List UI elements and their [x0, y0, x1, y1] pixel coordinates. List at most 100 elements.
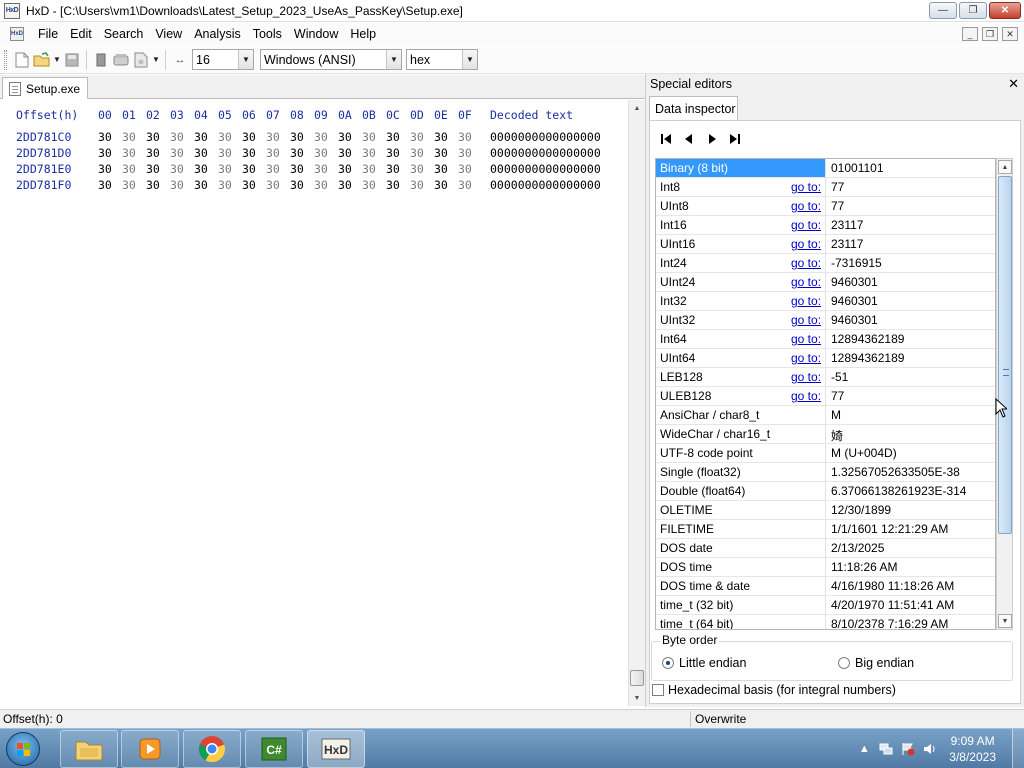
hex-byte[interactable]: 30: [338, 162, 358, 176]
hex-byte[interactable]: 30: [146, 178, 166, 192]
hex-byte[interactable]: 30: [170, 130, 190, 144]
hex-vertical-scrollbar[interactable]: ▲ ▼: [628, 100, 645, 706]
inspector-row[interactable]: ULEB128 go to: 77: [656, 387, 995, 406]
hex-byte[interactable]: 30: [290, 178, 310, 192]
inspector-value[interactable]: 6.37066138261923E-314: [831, 484, 966, 498]
hex-byte[interactable]: 30: [266, 162, 286, 176]
hex-byte[interactable]: 30: [122, 178, 142, 192]
offset-base-select[interactable]: hex ▼: [406, 49, 478, 70]
chevron-down-icon[interactable]: ▼: [462, 50, 477, 69]
inspector-value[interactable]: 2/13/2025: [831, 541, 884, 555]
inspector-row[interactable]: WideChar / char16_t 婍: [656, 425, 995, 444]
ram-editor-icon[interactable]: [91, 50, 111, 70]
open-folder-icon[interactable]: [32, 50, 52, 70]
new-file-icon[interactable]: [12, 50, 32, 70]
hex-byte[interactable]: 30: [362, 130, 382, 144]
hex-byte[interactable]: 30: [218, 130, 238, 144]
hex-byte[interactable]: 30: [170, 146, 190, 160]
inspector-row[interactable]: OLETIME 12/30/1899: [656, 501, 995, 520]
hex-byte[interactable]: 30: [290, 162, 310, 176]
goto-link[interactable]: go to:: [791, 199, 821, 213]
inspector-value[interactable]: 12894362189: [831, 351, 904, 365]
inspector-value[interactable]: -7316915: [831, 256, 882, 270]
inspector-value[interactable]: 77: [831, 199, 844, 213]
inspector-row[interactable]: UInt32 go to: 9460301: [656, 311, 995, 330]
bytes-per-row-select[interactable]: 16 ▼: [192, 49, 254, 70]
inspector-value[interactable]: 1.32567052633505E-38: [831, 465, 960, 479]
hex-byte[interactable]: 30: [434, 162, 454, 176]
inspector-value[interactable]: 8/10/2378 7:16:29 AM: [831, 617, 948, 629]
menu-window[interactable]: Window: [288, 27, 344, 41]
chevron-down-icon[interactable]: ▼: [386, 50, 401, 69]
goto-link[interactable]: go to:: [791, 313, 821, 327]
hex-byte[interactable]: 30: [314, 146, 334, 160]
hex-byte[interactable]: 30: [98, 146, 118, 160]
inspector-row[interactable]: Int16 go to: 23117: [656, 216, 995, 235]
first-icon[interactable]: [658, 131, 674, 147]
inspector-row[interactable]: Single (float32) 1.32567052633505E-38: [656, 463, 995, 482]
document-menu-icon[interactable]: HxD: [10, 27, 24, 41]
hex-byte[interactable]: 30: [338, 178, 358, 192]
start-button[interactable]: [6, 732, 40, 766]
inspector-row[interactable]: Int32 go to: 9460301: [656, 292, 995, 311]
hex-byte[interactable]: 30: [122, 162, 142, 176]
inspector-value[interactable]: 婍: [831, 427, 843, 444]
hex-byte[interactable]: 30: [98, 130, 118, 144]
hex-byte[interactable]: 30: [218, 146, 238, 160]
taskbar-media-player[interactable]: [121, 730, 179, 768]
inspector-value[interactable]: 01001101: [831, 161, 884, 175]
data-inspector-scrollbar[interactable]: ▲ ▼: [996, 158, 1013, 630]
hex-byte[interactable]: 30: [362, 178, 382, 192]
inspector-row[interactable]: Double (float64) 6.37066138261923E-314: [656, 482, 995, 501]
restore-button[interactable]: ❐: [959, 2, 987, 19]
hex-byte[interactable]: 30: [146, 162, 166, 176]
menu-file[interactable]: File: [32, 27, 64, 41]
goto-link[interactable]: go to:: [791, 351, 821, 365]
goto-link[interactable]: go to:: [791, 180, 821, 194]
show-hidden-icons-icon[interactable]: ▲: [857, 742, 871, 756]
next-icon[interactable]: [704, 131, 720, 147]
inspector-value[interactable]: 9460301: [831, 313, 878, 327]
hex-byte[interactable]: 30: [266, 130, 286, 144]
open-dropdown-icon[interactable]: ▼: [52, 50, 62, 70]
network-icon[interactable]: [879, 742, 893, 756]
scroll-up-icon[interactable]: ▲: [629, 100, 645, 116]
scroll-down-icon[interactable]: ▼: [998, 614, 1012, 628]
doc-minimize-button[interactable]: _: [962, 27, 978, 41]
decoded-text[interactable]: 0000000000000000: [490, 130, 601, 144]
hex-byte[interactable]: 30: [314, 162, 334, 176]
hex-byte[interactable]: 30: [434, 178, 454, 192]
decoded-text[interactable]: 0000000000000000: [490, 162, 601, 176]
inspector-value[interactable]: 12894362189: [831, 332, 904, 346]
hex-byte[interactable]: 30: [386, 162, 406, 176]
inspector-row[interactable]: UInt8 go to: 77: [656, 197, 995, 216]
hex-byte[interactable]: 30: [170, 162, 190, 176]
hex-byte[interactable]: 30: [338, 146, 358, 160]
little-endian-radio[interactable]: Little endian: [662, 656, 746, 670]
inspector-row[interactable]: time_t (64 bit) 8/10/2378 7:16:29 AM: [656, 615, 995, 629]
hex-editor-pane[interactable]: Offset(h) 00 01 02 03 04 05 06 07 08 09 0A 0B 0C 0D 0E…: [0, 100, 628, 706]
hex-row[interactable]: 2DD781D0 30 30 30 30 30 30 30 30 30 30 30 30 30 30 30 30…: [0, 145, 628, 161]
scroll-down-icon[interactable]: ▼: [629, 690, 645, 706]
save-icon[interactable]: [62, 50, 82, 70]
toolbar-grip[interactable]: [4, 49, 7, 70]
action-center-flag-icon[interactable]: [901, 742, 915, 756]
menu-help[interactable]: Help: [344, 27, 382, 41]
hex-byte[interactable]: 30: [242, 146, 262, 160]
hex-byte[interactable]: 30: [266, 146, 286, 160]
inspector-row[interactable]: Int24 go to: -7316915: [656, 254, 995, 273]
inspector-value[interactable]: M: [831, 408, 841, 422]
taskbar-chrome[interactable]: [183, 730, 241, 768]
status-edit-mode[interactable]: Overwrite: [695, 712, 746, 726]
hex-row[interactable]: 2DD781F0 30 30 30 30 30 30 30 30 30 30 30 30 30 30 30 30…: [0, 177, 628, 193]
hxd-app-icon[interactable]: HxD: [4, 2, 20, 19]
inspector-row[interactable]: Int64 go to: 12894362189: [656, 330, 995, 349]
inspector-row[interactable]: LEB128 go to: -51: [656, 368, 995, 387]
goto-link[interactable]: go to:: [791, 256, 821, 270]
inspector-row[interactable]: Int8 go to: 77: [656, 178, 995, 197]
decoded-text[interactable]: 0000000000000000: [490, 178, 601, 192]
hex-byte[interactable]: 30: [314, 178, 334, 192]
show-desktop-button[interactable]: [1012, 729, 1024, 768]
inspector-value[interactable]: 11:18:26 AM: [831, 560, 898, 574]
hex-byte[interactable]: 30: [386, 146, 406, 160]
